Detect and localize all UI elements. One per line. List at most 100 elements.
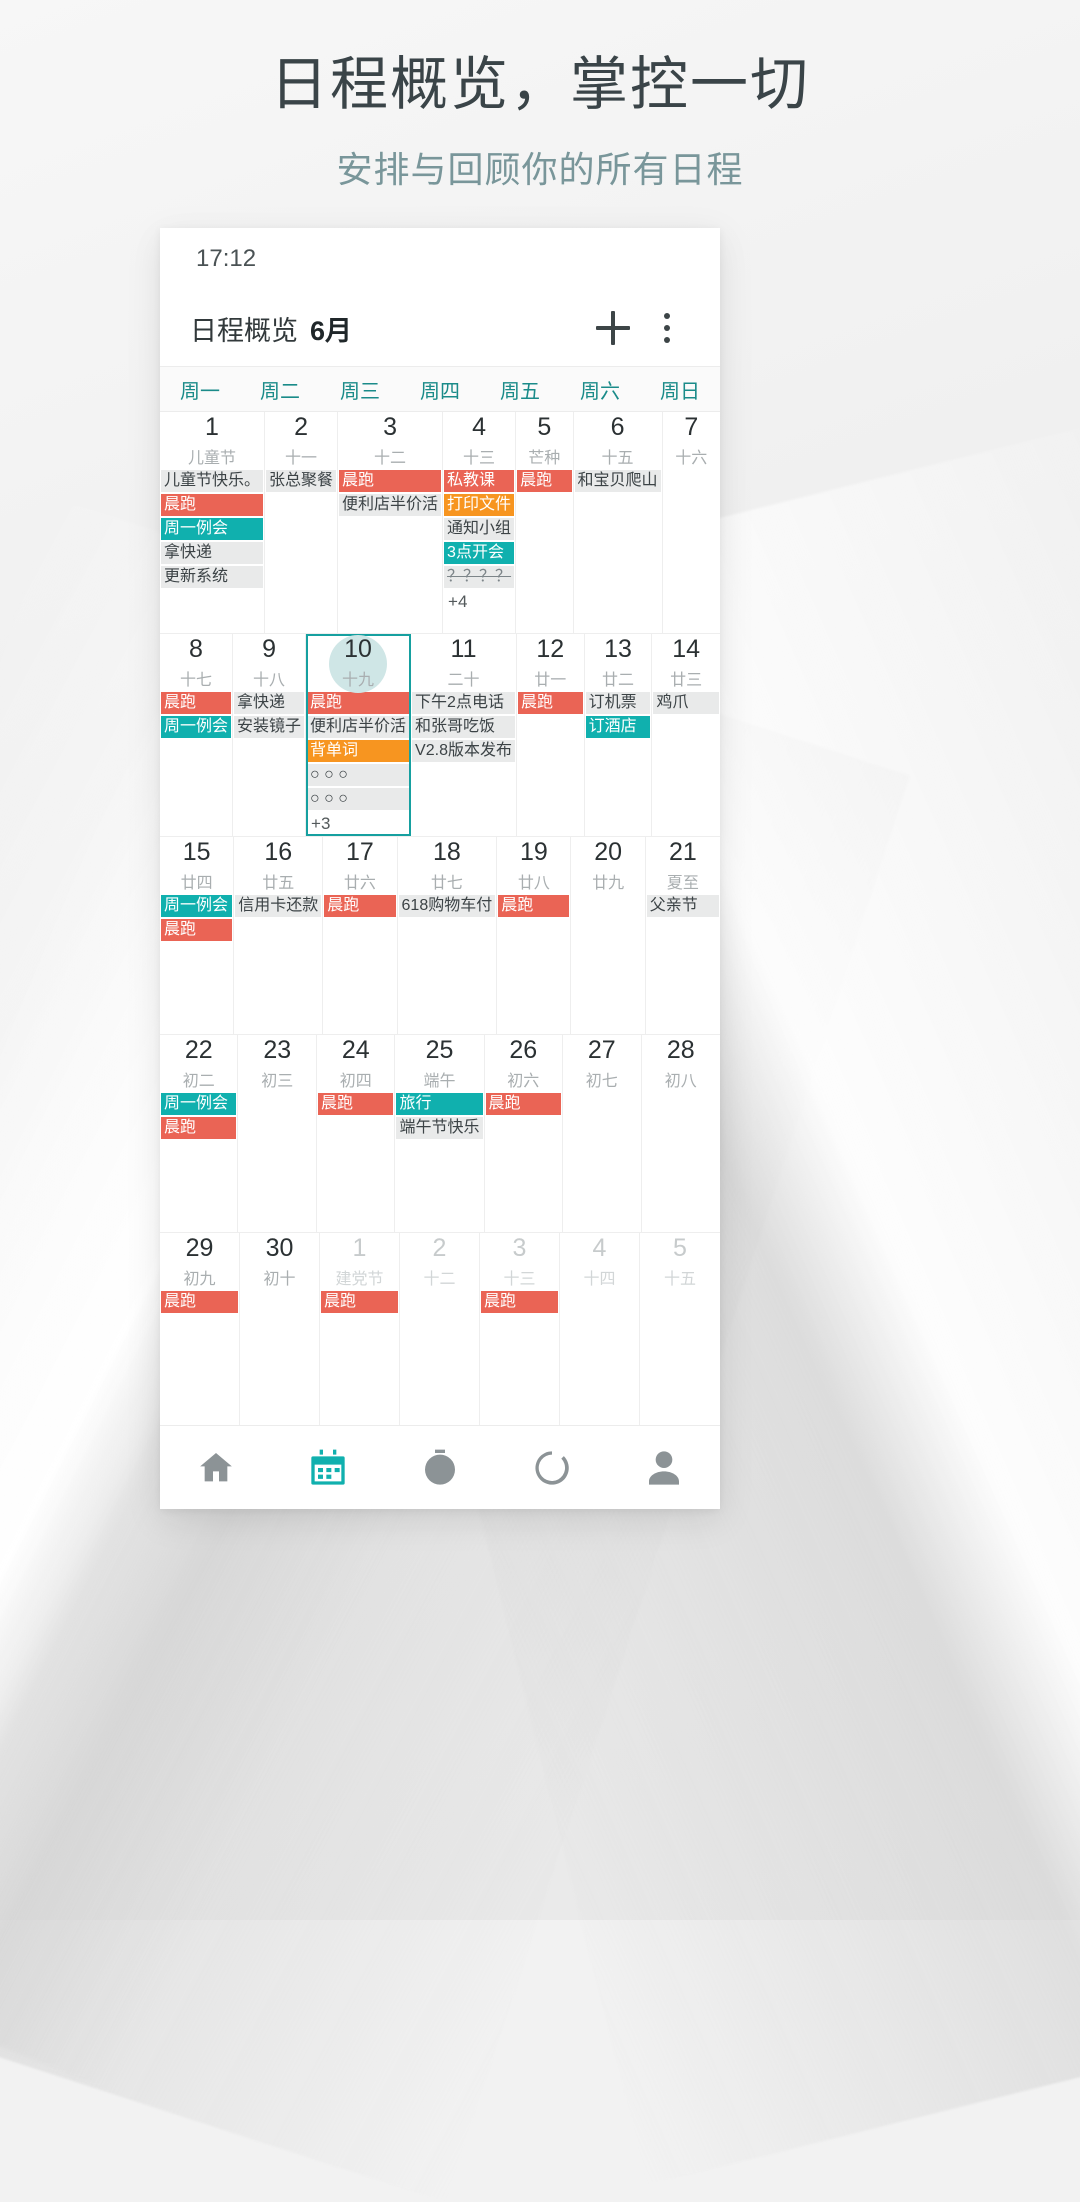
event-chip[interactable]: 背单词 bbox=[307, 740, 410, 762]
event-chip[interactable]: 信用卡还款 bbox=[235, 895, 322, 917]
calendar-day-4[interactable]: 4 十三 私教课 打印文件 通知小组 3点开会？？？？ +4 bbox=[443, 412, 517, 633]
event-chip[interactable]: 周一例会 bbox=[161, 895, 233, 917]
event-chip[interactable]: ○ ○ ○ bbox=[307, 788, 410, 810]
status-time: 17:12 bbox=[196, 245, 257, 272]
event-chip[interactable]: 晨跑 bbox=[161, 1291, 238, 1313]
calendar-day-19[interactable]: 19 廿八 晨跑 bbox=[497, 837, 572, 1034]
calendar-day-17[interactable]: 17 廿六 晨跑 bbox=[323, 837, 398, 1034]
day-lunar-label: 十五 bbox=[663, 1270, 696, 1288]
day-events: 私教课 打印文件 通知小组 3点开会？？？？ +4 bbox=[443, 470, 515, 612]
calendar-day-7[interactable]: 7 十六 bbox=[663, 412, 720, 633]
more-events-label[interactable]: +4 bbox=[444, 590, 514, 612]
calendar-day-15[interactable]: 15 廿四 周一例会 晨跑 bbox=[160, 837, 235, 1034]
calendar-day-16[interactable]: 16 廿五 信用卡还款 bbox=[234, 837, 324, 1034]
day-number-wrap: 14 廿三 bbox=[652, 634, 720, 692]
event-chip[interactable]: 晨跑 bbox=[485, 1093, 561, 1115]
event-chip[interactable]: 晨跑 bbox=[161, 494, 264, 516]
event-chip[interactable]: 晨跑 bbox=[517, 470, 572, 492]
calendar-day-21[interactable]: 21 夏至 父亲节 bbox=[646, 837, 720, 1034]
calendar-day-1[interactable]: 1 儿童节 儿童节快乐。 晨跑 周一例会 拿快递 更新系统 bbox=[160, 412, 266, 633]
event-chip[interactable]: 安装镜子 bbox=[234, 716, 305, 738]
event-chip[interactable]: 便利店半价活 bbox=[339, 494, 442, 516]
event-chip[interactable]: 晨跑 bbox=[498, 895, 570, 917]
home-icon[interactable] bbox=[193, 1445, 239, 1491]
event-chip[interactable]: 和张哥吃饭 bbox=[412, 716, 515, 738]
event-chip[interactable]: 端午节快乐 bbox=[396, 1117, 483, 1139]
calendar-day-29[interactable]: 29 初九 晨跑 bbox=[160, 1233, 240, 1430]
event-chip[interactable]: ○ ○ ○ bbox=[307, 764, 410, 786]
ring-progress-icon[interactable] bbox=[529, 1445, 575, 1491]
event-chip[interactable]: V2.8版本发布 bbox=[412, 740, 515, 762]
event-chip[interactable]: 便利店半价活 bbox=[307, 716, 410, 738]
calendar-day-5[interactable]: 5 十五 bbox=[640, 1233, 720, 1430]
calendar-day-20[interactable]: 20 廿九 bbox=[571, 837, 646, 1034]
calendar-day-3[interactable]: 3 十三 晨跑 bbox=[480, 1233, 560, 1430]
calendar-day-10[interactable]: 10 十九 晨跑 便利店半价活 背单词 ○ ○ ○ ○ ○ ○ +3 bbox=[306, 634, 412, 836]
calendar-day-9[interactable]: 9 十八 拿快递 安装镜子 bbox=[233, 634, 307, 836]
calendar-day-3[interactable]: 3 十二 晨跑 便利店半价活 bbox=[338, 412, 444, 633]
calendar-day-1[interactable]: 1 建党节 晨跑 bbox=[320, 1233, 400, 1430]
calendar-day-25[interactable]: 25 端午 旅行 端午节快乐 bbox=[395, 1035, 485, 1232]
calendar-day-2[interactable]: 2 十二 bbox=[400, 1233, 480, 1430]
event-chip[interactable]: 晨跑 bbox=[324, 895, 396, 917]
event-chip[interactable]: 周一例会 bbox=[161, 518, 264, 540]
event-chip[interactable]: 更新系统 bbox=[161, 566, 264, 588]
calendar-day-30[interactable]: 30 初十 bbox=[240, 1233, 320, 1430]
event-chip[interactable]: 拿快递 bbox=[234, 692, 305, 714]
calendar-day-5[interactable]: 5 芒种 晨跑 bbox=[516, 412, 574, 633]
event-chip[interactable]: 晨跑 bbox=[517, 692, 583, 714]
calendar-day-14[interactable]: 14 廿三 鸡爪 bbox=[652, 634, 720, 836]
event-chip[interactable]: 订机票 bbox=[585, 692, 651, 714]
calendar-day-18[interactable]: 18 廿七 618购物车付 bbox=[398, 837, 498, 1034]
event-chip[interactable]: 私教课 bbox=[444, 470, 515, 492]
day-number: 3 bbox=[383, 413, 397, 442]
event-chip[interactable]: 订酒店 bbox=[585, 716, 651, 738]
calendar-day-4[interactable]: 4 十四 bbox=[560, 1233, 640, 1430]
event-chip[interactable]: ？？？？ bbox=[444, 566, 515, 588]
calendar-day-12[interactable]: 12 廿一 晨跑 bbox=[517, 634, 585, 836]
timer-icon[interactable] bbox=[417, 1445, 463, 1491]
calendar-day-13[interactable]: 13 廿二 订机票 订酒店 bbox=[585, 634, 653, 836]
calendar-day-26[interactable]: 26 初六 晨跑 bbox=[485, 1035, 563, 1232]
calendar-day-27[interactable]: 27 初七 bbox=[563, 1035, 642, 1232]
event-chip[interactable]: 下午2点电话 bbox=[412, 692, 515, 714]
calendar-day-2[interactable]: 2 十一 张总聚餐 bbox=[265, 412, 339, 633]
event-chip[interactable]: 张总聚餐 bbox=[266, 470, 337, 492]
add-event-button[interactable] bbox=[586, 301, 640, 355]
event-chip[interactable]: 和宝贝爬山 bbox=[574, 470, 661, 492]
event-chip[interactable]: 旅行 bbox=[396, 1093, 483, 1115]
day-number: 18 bbox=[432, 838, 461, 867]
calendar-day-23[interactable]: 23 初三 bbox=[238, 1035, 317, 1232]
event-chip[interactable]: 晨跑 bbox=[317, 1093, 394, 1115]
event-chip[interactable]: 晨跑 bbox=[161, 919, 233, 941]
day-number: 5 bbox=[537, 413, 552, 442]
event-chip[interactable]: 打印文件 bbox=[444, 494, 515, 516]
event-chip[interactable]: 通知小组 bbox=[444, 518, 515, 540]
event-chip[interactable]: 晨跑 bbox=[321, 1291, 398, 1313]
calendar-day-11[interactable]: 11 二十 下午2点电话 和张哥吃饭 V2.8版本发布 bbox=[411, 634, 517, 836]
event-chip[interactable]: 晨跑 bbox=[161, 692, 232, 714]
event-chip[interactable]: 周一例会 bbox=[161, 1093, 237, 1115]
event-chip[interactable]: 3点开会 bbox=[444, 542, 515, 564]
calendar-day-28[interactable]: 28 初八 bbox=[642, 1035, 721, 1232]
event-chip[interactable]: 周一例会 bbox=[161, 716, 232, 738]
current-month-label[interactable]: 6月 bbox=[310, 309, 352, 348]
event-chip[interactable]: 父亲节 bbox=[646, 895, 719, 917]
event-chip[interactable]: 儿童节快乐。 bbox=[161, 470, 264, 492]
event-chip[interactable]: 晨跑 bbox=[481, 1291, 558, 1313]
event-chip[interactable]: 618购物车付 bbox=[398, 895, 496, 917]
event-chip[interactable]: 鸡爪 bbox=[653, 692, 719, 714]
event-chip[interactable]: 晨跑 bbox=[307, 692, 410, 714]
event-chip[interactable]: 拿快递 bbox=[161, 542, 264, 564]
calendar-day-22[interactable]: 22 初二 周一例会 晨跑 bbox=[160, 1035, 239, 1232]
calendar-day-24[interactable]: 24 初四 晨跑 bbox=[317, 1035, 396, 1232]
overflow-menu-button[interactable] bbox=[640, 301, 694, 355]
event-chip[interactable]: 晨跑 bbox=[161, 1117, 237, 1139]
more-events-label[interactable]: +3 bbox=[307, 812, 409, 834]
event-chip[interactable]: 晨跑 bbox=[339, 470, 442, 492]
calendar-day-8[interactable]: 8 十七 晨跑 周一例会 bbox=[160, 634, 234, 836]
calendar-icon[interactable] bbox=[305, 1445, 351, 1491]
calendar-day-6[interactable]: 6 十五 和宝贝爬山 bbox=[574, 412, 663, 633]
person-icon[interactable] bbox=[641, 1445, 687, 1491]
day-lunar-label: 夏至 bbox=[666, 874, 699, 892]
